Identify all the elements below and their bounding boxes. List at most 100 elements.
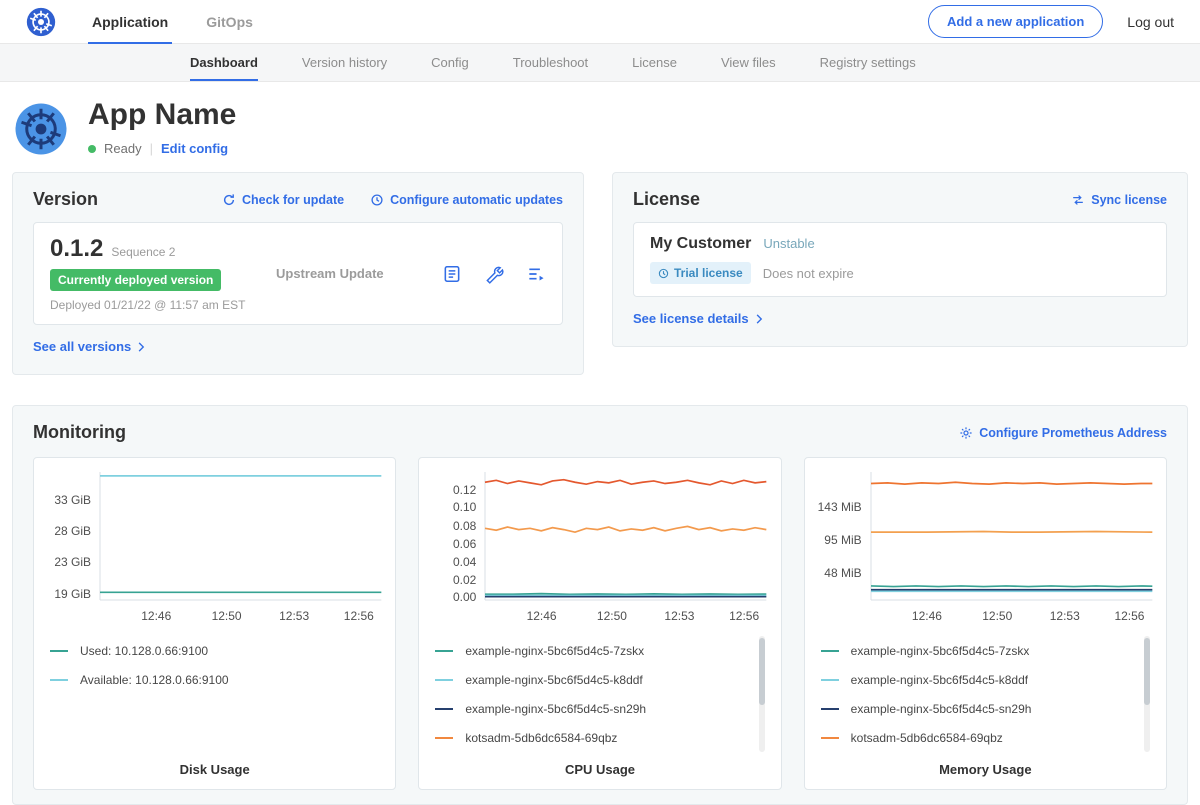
legend-color-dash [50, 679, 68, 681]
x-axis-label: 12:53 [279, 609, 309, 623]
subnav-tab-version-history[interactable]: Version history [302, 44, 387, 81]
see-all-versions-link[interactable]: See all versions [33, 339, 147, 354]
legend-color-dash [821, 679, 839, 681]
legend-color-dash [821, 708, 839, 710]
top-navbar: Application GitOps Add a new application… [0, 0, 1200, 44]
x-axis: 12:4612:5012:5312:56 [100, 600, 381, 626]
legend-item: example-nginx-5bc6f5d4c5-k8ddf [821, 665, 1136, 694]
legend-color-dash [50, 650, 68, 652]
monitoring-card: Monitoring Configure Prometheus Address … [12, 405, 1188, 805]
customer-name: My Customer [650, 235, 751, 253]
expiration-text: Does not expire [763, 266, 854, 281]
y-axis-label: 0.06 [453, 537, 476, 551]
subnav-tabs: Dashboard Version history Config Troublesho… [0, 44, 1200, 82]
chart-plot [100, 472, 381, 600]
y-axis-label: 0.08 [453, 519, 476, 533]
legend-item: example-nginx-5bc6f5d4c5-7zskx [821, 636, 1136, 665]
status-ready-dot-icon [88, 145, 96, 153]
monitoring-title: Monitoring [33, 422, 126, 443]
y-axis-label: 28 GiB [54, 524, 91, 538]
subnav-tab-license[interactable]: License [632, 44, 677, 81]
charts-row: 33 GiB28 GiB23 GiB19 GiB 12:4612:5012:53… [33, 457, 1167, 790]
add-new-application-button[interactable]: Add a new application [928, 5, 1103, 38]
chart-title: Memory Usage [819, 752, 1152, 777]
x-axis: 12:4612:5012:5312:56 [871, 600, 1152, 626]
status-text: Ready [104, 141, 142, 156]
subnav-tab-registry-settings[interactable]: Registry settings [820, 44, 916, 81]
legend-label: example-nginx-5bc6f5d4c5-sn29h [851, 702, 1032, 716]
x-axis-label: 12:56 [344, 609, 374, 623]
subnav-tab-troubleshoot[interactable]: Troubleshoot [513, 44, 588, 81]
release-notes-icon[interactable] [442, 264, 462, 284]
legend-item: Available: 10.128.0.66:9100 [50, 665, 379, 694]
legend-scrollbar[interactable] [759, 636, 765, 752]
legend-item: kotsadm-5db6dc6584-69qbz [435, 723, 750, 752]
deployed-timestamp: Deployed 01/21/22 @ 11:57 am EST [50, 298, 262, 312]
kubernetes-logo-icon[interactable] [26, 7, 56, 37]
subnav-tab-config[interactable]: Config [431, 44, 469, 81]
subnav-tab-view-files[interactable]: View files [721, 44, 776, 81]
series-line [871, 532, 1152, 533]
legend-color-dash [435, 679, 453, 681]
app-header: App Name Ready | Edit config [0, 82, 1200, 168]
current-version-panel: 0.1.2 Sequence 2 Currently deployed vers… [33, 222, 563, 325]
subnav-tab-dashboard[interactable]: Dashboard [190, 44, 258, 81]
sync-arrows-icon [1071, 193, 1085, 207]
y-axis-label: 0.12 [453, 483, 476, 497]
config-wrench-icon[interactable] [484, 264, 504, 284]
chevron-right-icon [753, 313, 765, 325]
legend-color-dash [435, 650, 453, 652]
legend-item: example-nginx-5bc6f5d4c5-sn29h [435, 694, 750, 723]
y-axis-label: 48 MiB [824, 566, 861, 580]
nav-tab-gitops[interactable]: GitOps [206, 0, 253, 44]
gear-icon [959, 426, 973, 440]
refresh-icon [222, 193, 236, 207]
sync-license-link[interactable]: Sync license [1071, 193, 1167, 207]
deployed-version-badge: Currently deployed version [50, 269, 221, 291]
check-for-update-link[interactable]: Check for update [222, 193, 344, 207]
nav-tab-application[interactable]: Application [92, 0, 168, 44]
x-axis: 12:4612:5012:5312:56 [485, 600, 766, 626]
legend-label: kotsadm-5db6dc6584-69qbz [465, 731, 617, 745]
x-axis-label: 12:46 [527, 609, 557, 623]
legend-label: kotsadm-5db6dc6584-69qbz [851, 731, 1003, 745]
legend-item: Used: 10.128.0.66:9100 [50, 636, 379, 665]
clock-refresh-icon [370, 193, 384, 207]
legend-label: example-nginx-5bc6f5d4c5-sn29h [465, 702, 646, 716]
deploy-logs-icon[interactable] [526, 264, 546, 284]
legend-scrollbar[interactable] [1144, 636, 1150, 752]
license-card: License Sync license My Customer Unstabl… [612, 172, 1188, 347]
configure-automatic-updates-link[interactable]: Configure automatic updates [370, 193, 563, 207]
configure-prometheus-link[interactable]: Configure Prometheus Address [959, 426, 1167, 440]
chart-card: 143 MiB95 MiB48 MiB 12:4612:5012:5312:56… [804, 457, 1167, 790]
channel-label: Unstable [763, 236, 814, 251]
chart-title: CPU Usage [433, 752, 766, 777]
y-axis-label: 143 MiB [818, 500, 862, 514]
x-axis-label: 12:50 [597, 609, 627, 623]
license-card-title: License [633, 189, 700, 210]
series-line [871, 586, 1152, 587]
chart-legend: Used: 10.128.0.66:9100 Available: 10.128.… [50, 636, 379, 694]
y-axis: 143 MiB95 MiB48 MiB [819, 472, 871, 600]
x-axis-label: 12:50 [212, 609, 242, 623]
y-axis-label: 19 GiB [54, 587, 91, 601]
see-license-details-link[interactable]: See license details [633, 311, 765, 326]
version-card-title: Version [33, 189, 98, 210]
legend-label: example-nginx-5bc6f5d4c5-k8ddf [465, 673, 642, 687]
version-card: Version Check for update [12, 172, 584, 375]
series-line [871, 482, 1152, 484]
legend-label: Available: 10.128.0.66:9100 [80, 673, 229, 687]
y-axis-label: 23 GiB [54, 555, 91, 569]
legend-label: example-nginx-5bc6f5d4c5-k8ddf [851, 673, 1028, 687]
edit-config-link[interactable]: Edit config [161, 141, 228, 156]
chevron-right-icon [135, 341, 147, 353]
legend-item: example-nginx-5bc6f5d4c5-7zskx [435, 636, 750, 665]
y-axis: 0.120.100.080.060.040.020.00 [433, 472, 485, 600]
legend-label: Used: 10.128.0.66:9100 [80, 644, 208, 658]
logout-button[interactable]: Log out [1127, 14, 1174, 30]
divider: | [150, 141, 153, 156]
chart-title: Disk Usage [48, 752, 381, 777]
chart-plot [485, 472, 766, 600]
legend-label: example-nginx-5bc6f5d4c5-7zskx [851, 644, 1030, 658]
y-axis-label: 33 GiB [54, 493, 91, 507]
